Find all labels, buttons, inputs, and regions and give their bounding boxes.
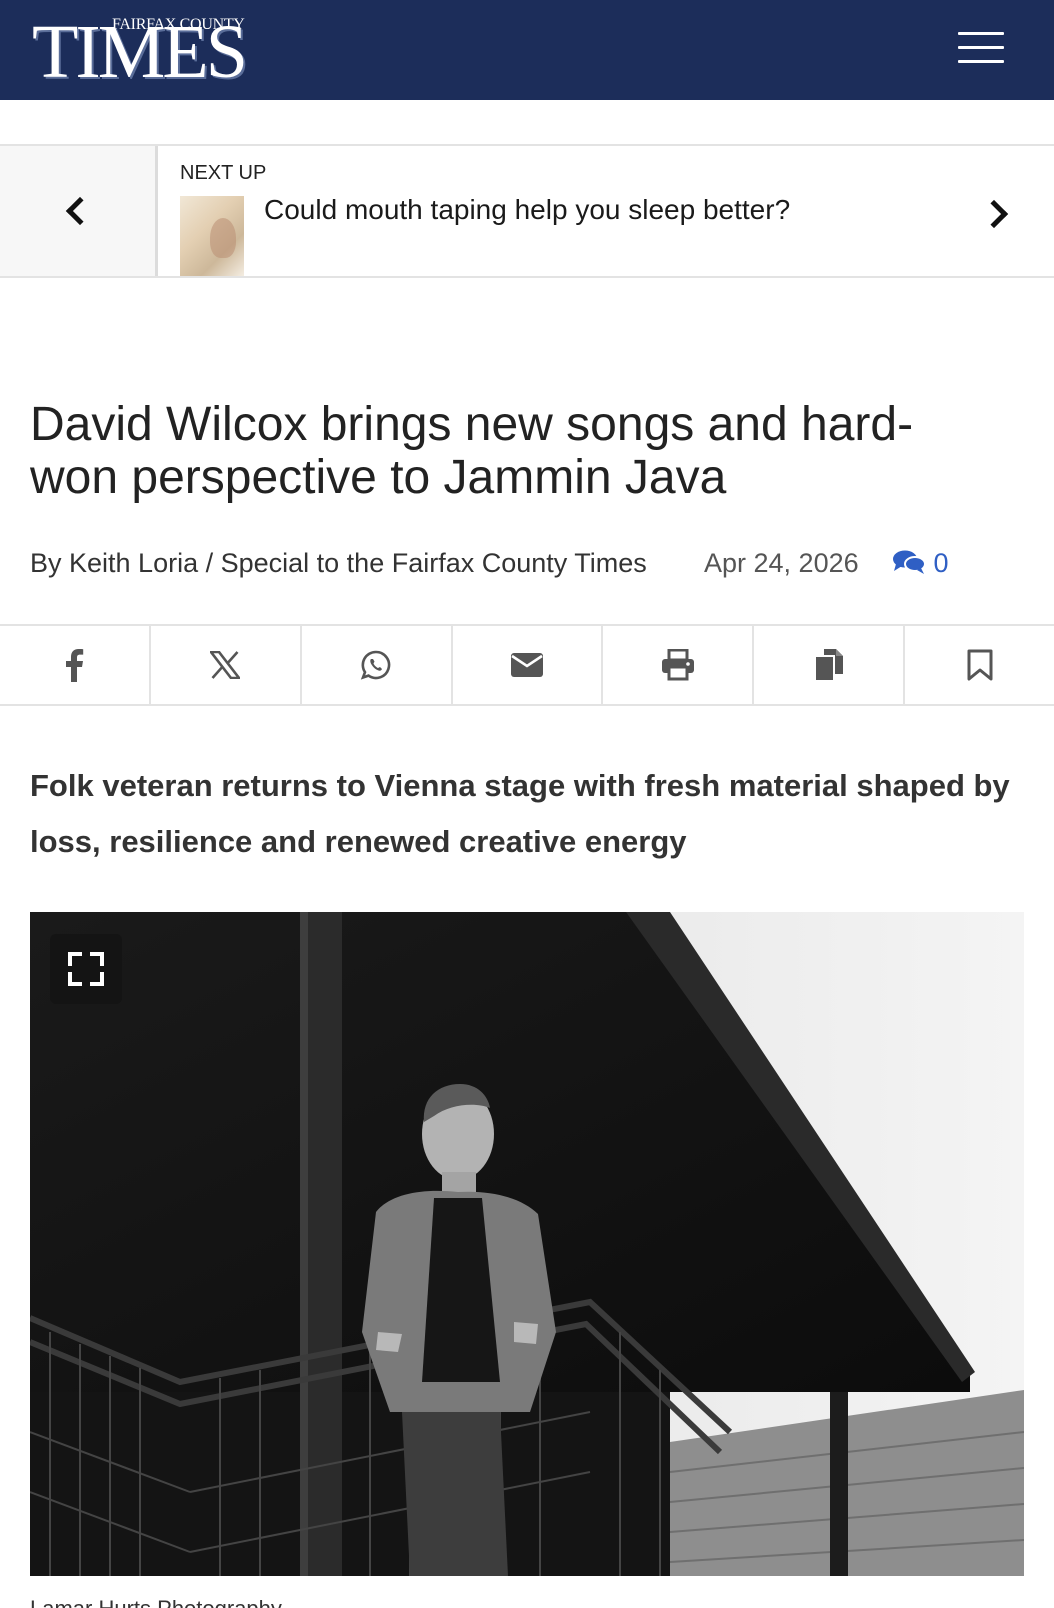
- previous-article-button[interactable]: [0, 146, 158, 276]
- share-whatsapp-button[interactable]: [302, 626, 453, 704]
- publish-date: Apr 24, 2026: [704, 548, 859, 578]
- next-article-button[interactable]: [979, 196, 1024, 236]
- copy-icon: [813, 649, 843, 682]
- share-facebook-button[interactable]: [0, 626, 151, 704]
- article-hero-photo[interactable]: [30, 912, 1024, 1576]
- author-byline[interactable]: By Keith Loria / Special to the Fairfax …: [30, 548, 647, 579]
- expand-photo-button[interactable]: [50, 934, 122, 1004]
- comments-icon: [892, 549, 926, 575]
- share-email-button[interactable]: [453, 626, 604, 704]
- byline-row: By Keith Loria / Special to the Fairfax …: [30, 548, 1030, 582]
- chevron-left-icon: [65, 196, 95, 226]
- site-logo[interactable]: FAIRFAX COUNTY TIMES: [32, 10, 252, 90]
- bookmark-button[interactable]: [905, 626, 1054, 704]
- next-up-label: NEXT UP: [180, 162, 267, 184]
- photo-caption: Lamar Hurts Photography: [30, 1596, 282, 1608]
- hamburger-line: [958, 46, 1004, 49]
- comment-count: 0: [933, 548, 949, 578]
- email-icon: [511, 653, 543, 677]
- next-up-title-link[interactable]: Could mouth taping help you sleep better…: [264, 194, 790, 226]
- next-up-strip: NEXT UP Could mouth taping help you slee…: [0, 144, 1054, 278]
- site-header: FAIRFAX COUNTY TIMES: [0, 0, 1054, 100]
- copy-link-button[interactable]: [754, 626, 906, 704]
- share-x-button[interactable]: [151, 626, 302, 704]
- comments-link[interactable]: 0: [892, 548, 949, 579]
- logo-times-text: TIMES: [32, 10, 248, 94]
- chevron-right-icon: [979, 199, 1009, 229]
- article-subhead: Folk veteran returns to Vienna stage wit…: [30, 768, 1010, 859]
- hamburger-menu-button[interactable]: [958, 32, 1004, 64]
- hamburger-line: [958, 60, 1004, 63]
- photo-image: [30, 912, 1024, 1576]
- x-icon: [210, 651, 241, 679]
- next-up-thumbnail[interactable]: [180, 196, 244, 276]
- print-icon: [661, 649, 694, 681]
- bookmark-icon: [967, 649, 993, 681]
- facebook-icon: [66, 649, 84, 682]
- share-bar: [0, 624, 1054, 706]
- hamburger-menu-icon: [958, 32, 1004, 35]
- whatsapp-icon: [360, 650, 391, 680]
- article-headline: David Wilcox brings new songs and hard-w…: [30, 398, 914, 504]
- expand-icon: [68, 952, 104, 986]
- print-button[interactable]: [603, 626, 755, 704]
